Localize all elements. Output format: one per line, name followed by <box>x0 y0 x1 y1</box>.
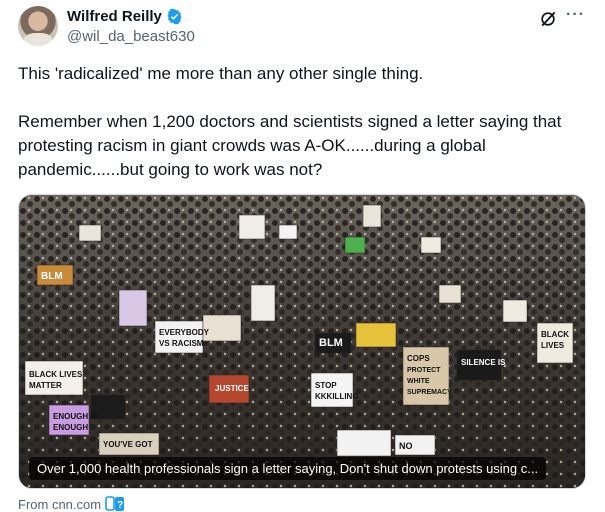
source-text[interactable]: From cnn.com <box>18 497 101 512</box>
author-avatar[interactable] <box>18 6 58 46</box>
svg-text:EVERYBODY: EVERYBODY <box>159 328 210 337</box>
svg-text:STOP: STOP <box>315 381 337 390</box>
svg-text:PROTECT: PROTECT <box>407 367 441 374</box>
author-handle[interactable]: @wil_da_beast630 <box>67 28 195 45</box>
svg-text:ENOUGH: ENOUGH <box>53 423 88 432</box>
svg-text:MATTER: MATTER <box>29 381 62 390</box>
author-name[interactable]: Wilfred Reilly <box>67 8 162 25</box>
svg-text:ENOUGH IS: ENOUGH IS <box>53 412 99 421</box>
author-name-row: Wilfred Reilly <box>67 8 183 25</box>
svg-text:SILENCE IS: SILENCE IS <box>461 358 506 367</box>
verified-icon <box>167 8 182 25</box>
svg-text:BLACK: BLACK <box>541 330 569 339</box>
svg-text:YOU'VE GOT: YOU'VE GOT <box>103 440 153 449</box>
link-source[interactable]: From cnn.com ? <box>18 496 125 512</box>
media-card[interactable]: BLM BLACK LIVES MATTER EVERYBODY VS RACI… <box>18 194 586 489</box>
svg-text:LIVES: LIVES <box>541 341 565 350</box>
crowd-photo: BLM BLACK LIVES MATTER EVERYBODY VS RACI… <box>19 195 585 488</box>
grok-icon[interactable] <box>538 9 558 29</box>
svg-text:JUSTICE: JUSTICE <box>215 384 249 393</box>
svg-text:BLACK LIVES: BLACK LIVES <box>29 370 83 379</box>
tweet-paragraph-1: This 'radicalized' me more than any othe… <box>18 64 424 83</box>
svg-text:BLM: BLM <box>319 337 343 349</box>
svg-text:WHITE: WHITE <box>407 378 430 385</box>
svg-text:?: ? <box>117 500 123 511</box>
svg-text:COPS: COPS <box>407 354 430 363</box>
svg-text:SUPREMACY: SUPREMACY <box>407 389 452 396</box>
svg-text:KKKILLING: KKKILLING <box>315 392 359 401</box>
svg-text:VS RACISM: VS RACISM <box>159 339 204 348</box>
svg-text:BLM: BLM <box>41 271 63 282</box>
tweet-text: This 'radicalized' me more than any othe… <box>18 62 588 182</box>
svg-text:NO: NO <box>399 441 413 451</box>
media-caption: Over 1,000 health professionals sign a l… <box>29 457 547 480</box>
more-icon[interactable]: ··· <box>566 6 585 24</box>
source-icon[interactable]: ? <box>105 496 125 512</box>
tweet-paragraph-2: Remember when 1,200 doctors and scientis… <box>18 112 562 179</box>
